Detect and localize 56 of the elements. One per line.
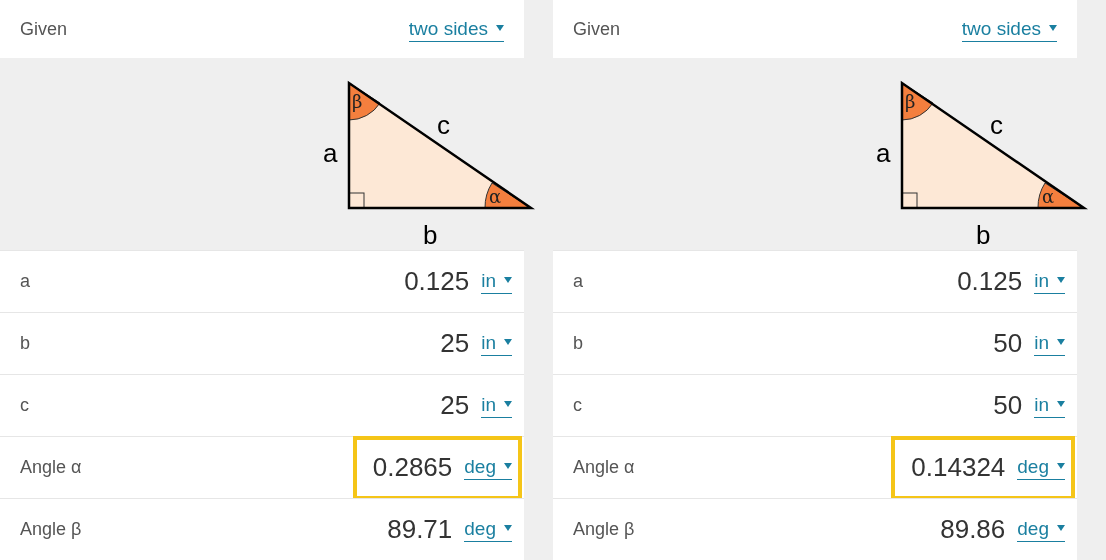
unit-dropdown[interactable]: deg [464, 455, 512, 480]
value-text: 0.125 [404, 265, 470, 298]
row-label: a [573, 270, 583, 293]
caret-icon [496, 24, 504, 31]
value-text: 89.71 [387, 513, 453, 546]
side-label: a [323, 138, 338, 168]
row-label: Angle α [573, 456, 635, 479]
unit-dropdown[interactable]: deg [1017, 455, 1065, 480]
caret-icon [1049, 24, 1057, 31]
given-label: Given [573, 17, 621, 41]
side-label: c [437, 110, 450, 140]
caret-icon [1057, 525, 1065, 531]
row-label: b [20, 332, 30, 355]
unit-dropdown[interactable]: in [481, 269, 512, 294]
value-text: 25 [440, 327, 470, 360]
caret-icon [504, 463, 512, 469]
angle-label: α [1042, 186, 1055, 207]
unit-dropdown[interactable]: in [1034, 393, 1065, 418]
angle-label: β [905, 91, 916, 112]
row-label: a [20, 270, 30, 293]
caret-icon [1057, 339, 1065, 345]
value-text: 0.125 [957, 265, 1023, 298]
unit-dropdown[interactable]: deg [464, 517, 512, 542]
unit-dropdown[interactable]: in [481, 331, 512, 356]
value-text: 50 [993, 327, 1023, 360]
row-label: c [20, 394, 29, 417]
side-label: b [423, 220, 438, 250]
row-label: c [573, 394, 582, 417]
value-text: 50 [993, 389, 1023, 422]
unit-dropdown[interactable]: in [1034, 269, 1065, 294]
caret-icon [504, 339, 512, 345]
angle-label: α [489, 186, 502, 207]
unit-dropdown[interactable]: two sides [961, 16, 1057, 42]
row-label: Angle α [20, 456, 82, 479]
unit-dropdown[interactable]: in [481, 393, 512, 418]
side-label: c [990, 110, 1003, 140]
value-text: 89.86 [940, 513, 1006, 546]
caret-icon [1057, 463, 1065, 469]
value-text: 25 [440, 389, 470, 422]
row-label: Angle β [573, 518, 635, 541]
angle-label: β [352, 91, 363, 112]
caret-icon [504, 277, 512, 283]
caret-icon [1057, 401, 1065, 407]
unit-dropdown[interactable]: in [1034, 331, 1065, 356]
row-label: Angle β [20, 518, 82, 541]
value-text: 0.14324 [911, 451, 1006, 484]
side-label: a [876, 138, 891, 168]
unit-dropdown[interactable]: deg [1017, 517, 1065, 542]
unit-dropdown[interactable]: two sides [408, 16, 504, 42]
caret-icon [1057, 277, 1065, 283]
caret-icon [504, 401, 512, 407]
value-text: 0.2865 [372, 451, 453, 484]
row-label: b [573, 332, 583, 355]
side-label: b [976, 220, 991, 250]
given-label: Given [20, 17, 68, 41]
caret-icon [504, 525, 512, 531]
